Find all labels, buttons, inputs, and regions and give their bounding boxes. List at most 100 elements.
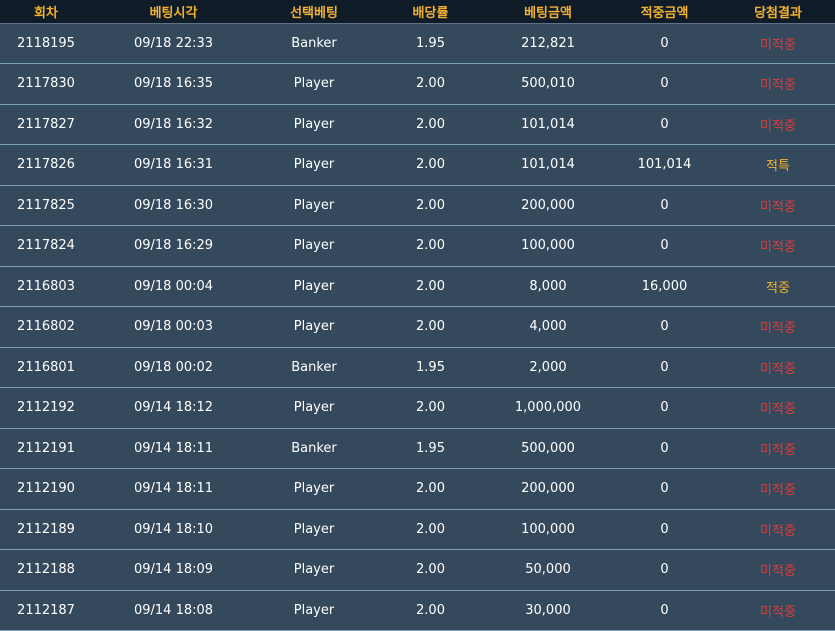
row-result: 적중 (766, 280, 790, 296)
betting-history-table: 회차 베팅시각 선택베팅 배당률 베팅금액 적중금액 당첨결과 2118195 0… (0, 0, 835, 631)
row-odds: 2.00 (416, 197, 445, 213)
row-result: 미적중 (760, 402, 796, 418)
row-odds: 2.00 (416, 400, 445, 416)
row-selection: Player (293, 116, 335, 132)
row-bet-amount: 101,014 (521, 116, 575, 132)
row-selection: Player (293, 562, 335, 578)
table-header: 회차 베팅시각 선택베팅 배당률 베팅금액 적중금액 당첨결과 (0, 0, 835, 24)
row-round: 2112191 (17, 440, 75, 456)
row-bet-time: 09/18 16:29 (133, 238, 214, 254)
row-result: 적특 (766, 159, 790, 175)
row-win-amount: 0 (660, 238, 669, 254)
row-win-amount: 0 (660, 116, 669, 132)
row-win-amount: 0 (660, 481, 669, 497)
row-round: 2112187 (17, 602, 75, 618)
row-bet-amount: 200,000 (521, 197, 575, 213)
row-odds: 1.95 (416, 440, 445, 456)
row-win-amount: 101,014 (637, 157, 692, 173)
row-selection: Player (293, 521, 335, 537)
row-bet-amount: 50,000 (525, 562, 571, 578)
row-round: 2117830 (17, 76, 75, 92)
header-round: 회차 (34, 5, 58, 21)
row-bet-amount: 200,000 (521, 481, 575, 497)
row-selection: Banker (291, 359, 337, 375)
table-row: 2117824 09/18 16:29 Player 2.00 100,000 0 미적중 (0, 226, 835, 267)
row-selection: Player (293, 157, 335, 173)
row-selection: Player (293, 238, 335, 254)
row-bet-amount: 100,000 (521, 521, 575, 537)
row-odds: 2.00 (416, 602, 445, 618)
row-bet-time: 09/14 18:11 (133, 440, 214, 456)
row-bet-amount: 100,000 (521, 238, 575, 254)
row-result: 미적중 (760, 483, 796, 499)
table-row: 2116802 09/18 00:03 Player 2.00 4,000 0 미적중 (0, 307, 835, 348)
row-round: 2118195 (17, 35, 75, 51)
table-row: 2117826 09/18 16:31 Player 2.00 101,014 101,0… (0, 145, 835, 186)
row-bet-time: 09/18 16:35 (133, 76, 214, 92)
header-selection: 선택베팅 (290, 5, 338, 21)
row-selection: Player (293, 319, 335, 335)
row-bet-time: 09/14 18:11 (133, 481, 214, 497)
row-round: 2117824 (17, 238, 75, 254)
row-win-amount: 0 (660, 602, 669, 618)
row-round: 2117826 (17, 157, 75, 173)
table-row: 2112188 09/14 18:09 Player 2.00 50,000 0 미적중 (0, 550, 835, 591)
row-bet-time: 09/14 18:10 (133, 521, 214, 537)
table-row: 2112187 09/14 18:08 Player 2.00 30,000 0 미적중 (0, 590, 835, 631)
row-win-amount: 0 (660, 562, 669, 578)
row-round: 2116801 (17, 359, 75, 375)
row-win-amount: 0 (660, 319, 669, 335)
row-round: 2117827 (17, 116, 75, 132)
row-win-amount: 16,000 (641, 278, 688, 294)
row-result: 미적중 (760, 118, 796, 134)
row-result: 미적중 (760, 564, 796, 580)
row-odds: 2.00 (416, 319, 445, 335)
row-bet-time: 09/14 18:09 (133, 562, 214, 578)
header-bet-time: 베팅시각 (149, 5, 198, 21)
row-win-amount: 0 (660, 76, 669, 92)
row-result: 미적중 (760, 78, 796, 94)
row-round: 2112192 (17, 400, 75, 416)
row-selection: Banker (291, 35, 337, 51)
row-odds: 1.95 (416, 35, 445, 51)
row-result: 미적중 (760, 199, 796, 215)
header-odds: 배당률 (412, 5, 449, 21)
row-round: 2117825 (17, 197, 75, 213)
row-win-amount: 0 (660, 359, 669, 375)
row-bet-time: 09/14 18:08 (133, 602, 214, 618)
row-round: 2112189 (17, 521, 75, 537)
row-bet-time: 09/18 16:30 (133, 197, 214, 213)
table-row: 2112192 09/14 18:12 Player 2.00 1,000,000 0 미적… (0, 388, 835, 429)
row-result: 미적중 (760, 442, 796, 458)
row-selection: Player (293, 76, 335, 92)
table-row: 2112191 09/14 18:11 Banker 1.95 500,000 0 미적중 (0, 428, 835, 469)
row-bet-amount: 8,000 (529, 278, 567, 294)
row-bet-amount: 1,000,000 (514, 400, 582, 416)
row-win-amount: 0 (660, 521, 669, 537)
table-row: 2116803 09/18 00:04 Player 2.00 8,000 16,000 적… (0, 266, 835, 307)
row-result: 미적중 (760, 321, 796, 337)
row-result: 미적중 (760, 37, 796, 53)
row-odds: 2.00 (416, 481, 445, 497)
row-odds: 2.00 (416, 562, 445, 578)
row-odds: 2.00 (416, 521, 445, 537)
row-selection: Banker (291, 440, 337, 456)
row-bet-time: 09/18 16:32 (133, 116, 214, 132)
header-bet-amount: 베팅금액 (524, 5, 572, 21)
table-row: 2118195 09/18 22:33 Banker 1.95 212,821 0 미적중 (0, 23, 835, 64)
row-bet-time: 09/14 18:12 (133, 400, 214, 416)
row-odds: 2.00 (416, 157, 445, 173)
row-selection: Player (293, 400, 335, 416)
row-bet-amount: 4,000 (529, 319, 567, 335)
row-win-amount: 0 (660, 35, 669, 51)
row-win-amount: 0 (660, 440, 669, 456)
table-row: 2117827 09/18 16:32 Player 2.00 101,014 0 미적중 (0, 104, 835, 145)
table-row: 2112190 09/14 18:11 Player 2.00 200,000 0 미적중 (0, 469, 835, 510)
table-body: 2118195 09/18 22:33 Banker 1.95 212,821 0 미적중 2… (0, 23, 835, 631)
row-selection: Player (293, 278, 335, 294)
row-odds: 2.00 (416, 278, 445, 294)
table-row: 2112189 09/14 18:10 Player 2.00 100,000 0 미적중 (0, 509, 835, 550)
row-odds: 2.00 (416, 76, 445, 92)
row-odds: 2.00 (416, 238, 445, 254)
row-result: 미적중 (760, 523, 796, 539)
